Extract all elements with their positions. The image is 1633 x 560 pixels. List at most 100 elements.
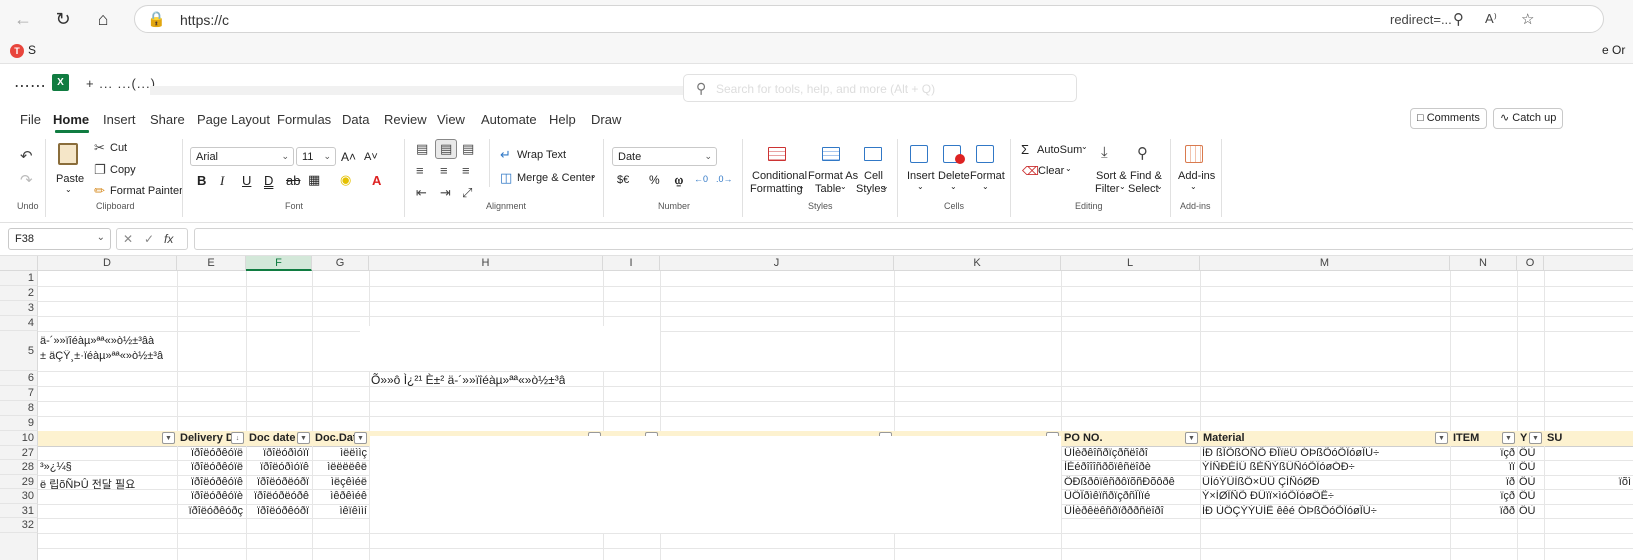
cell-e28[interactable]: ïðîëóðêóïë bbox=[177, 461, 243, 473]
row-header-3[interactable]: 3 bbox=[0, 301, 38, 316]
column-header-o[interactable]: O bbox=[1517, 256, 1544, 271]
column-header-j[interactable]: J bbox=[660, 256, 894, 271]
tab-page-layout[interactable]: Page Layout bbox=[197, 112, 270, 127]
decrease-font-icon[interactable]: A˅ bbox=[364, 151, 378, 163]
increase-font-icon[interactable]: A˄ bbox=[341, 150, 356, 164]
chevron-down-icon[interactable]: ⌄ bbox=[950, 182, 957, 191]
cell-n31[interactable]: ïðð bbox=[1450, 505, 1515, 517]
autosum-button[interactable]: AutoSum bbox=[1037, 144, 1082, 156]
strikethrough-icon[interactable]: ab bbox=[286, 173, 300, 188]
row-header-7[interactable]: 7 bbox=[0, 386, 38, 401]
cell-e30[interactable]: ïðîëóðêóïè bbox=[177, 490, 243, 502]
back-icon[interactable]: ← bbox=[10, 7, 36, 31]
font-color-icon[interactable]: A bbox=[372, 173, 381, 188]
align-top-icon[interactable]: ▤ bbox=[416, 141, 428, 157]
chevron-down-icon[interactable]: ⌄ bbox=[1119, 182, 1126, 191]
column-header-l[interactable]: L bbox=[1061, 256, 1200, 271]
borders-icon[interactable]: ▦ bbox=[308, 172, 320, 188]
address-bar[interactable]: 🔒 https://c redirect=... ⚲ A⁾ ☆ bbox=[134, 5, 1604, 33]
align-bottom-icon[interactable]: ▤ bbox=[462, 141, 474, 157]
clear-button[interactable]: Clear bbox=[1038, 165, 1064, 177]
cell-styles-line1[interactable]: Cell bbox=[864, 170, 883, 182]
row-header-5[interactable]: 5 bbox=[0, 331, 38, 371]
filter-dropdown-icon[interactable]: ▼ bbox=[1435, 432, 1448, 444]
increase-indent-icon[interactable]: ⇥ bbox=[440, 185, 451, 201]
search-box[interactable]: ⚲ Search for tools, help, and more (Alt … bbox=[683, 74, 1077, 102]
refresh-icon[interactable]: ↻ bbox=[50, 7, 76, 31]
column-header-n[interactable]: N bbox=[1450, 256, 1517, 271]
tab-draw[interactable]: Draw bbox=[591, 112, 621, 127]
zoom-icon[interactable]: ⚲ bbox=[1453, 10, 1464, 28]
column-header-h[interactable]: H bbox=[369, 256, 603, 271]
filter-dropdown-icon[interactable]: ▼ bbox=[1185, 432, 1198, 444]
insert-function-icon[interactable]: fx bbox=[164, 232, 173, 246]
cancel-icon[interactable]: ✕ bbox=[123, 232, 133, 246]
name-box[interactable]: F38 ⌄ bbox=[8, 228, 111, 250]
font-size-dropdown[interactable]: 11 ⌄ bbox=[296, 147, 336, 166]
header-cell-g[interactable]: Doc.Dat ▼ bbox=[312, 431, 369, 446]
filter-dropdown-icon[interactable]: ▼ bbox=[297, 432, 310, 444]
cell-o28[interactable]: ÔÙ bbox=[1519, 461, 1544, 473]
confirm-icon[interactable]: ✓ bbox=[144, 232, 154, 246]
chevron-down-icon[interactable]: ⌄ bbox=[982, 182, 989, 191]
cell-n30[interactable]: ïçð bbox=[1450, 490, 1515, 502]
cell-o30[interactable]: ÔÙ bbox=[1519, 490, 1544, 502]
copy-icon[interactable]: ❐ bbox=[94, 162, 106, 178]
row-header-8[interactable]: 8 bbox=[0, 401, 38, 416]
column-header-k[interactable]: K bbox=[894, 256, 1061, 271]
column-header-g[interactable]: G bbox=[312, 256, 369, 271]
select-all-corner[interactable] bbox=[0, 256, 38, 271]
wrap-text-icon[interactable]: ↵ bbox=[500, 147, 511, 163]
chevron-down-icon[interactable]: ⌄ bbox=[882, 182, 889, 191]
row-header-2[interactable]: 2 bbox=[0, 286, 38, 301]
cell-f28[interactable]: ïðîëóðìóïê bbox=[246, 461, 309, 473]
cell-f31[interactable]: ïðîëóðêóðï bbox=[246, 505, 309, 517]
header-cell-d[interactable]: ▼ bbox=[38, 431, 177, 446]
increase-decimal-icon[interactable]: ←0 bbox=[694, 174, 708, 184]
cell-g31[interactable]: ìêïêììí bbox=[312, 505, 367, 517]
fill-color-icon[interactable]: ◉ bbox=[340, 172, 351, 188]
undo-icon[interactable]: ↶ bbox=[20, 147, 33, 165]
add-ins-icon[interactable] bbox=[1185, 145, 1203, 163]
cell-l28[interactable]: ÌÈéðîîîñðõïêñëîðè bbox=[1064, 461, 1199, 473]
cell-m31[interactable]: ÌÐ ÙÔÇÝÝÙÍË êêé ÓÞßÕóÕÏóøÎÙ÷ bbox=[1202, 505, 1448, 517]
cell-e31[interactable]: ïðîëóðêóðç bbox=[177, 505, 243, 517]
copy-button[interactable]: Copy bbox=[110, 164, 136, 176]
format-painter-icon[interactable]: ✏ bbox=[94, 183, 105, 199]
chevron-down-icon[interactable]: ⌄ bbox=[1081, 142, 1088, 151]
cell-p29[interactable]: ïõì bbox=[1546, 476, 1631, 488]
tab-review[interactable]: Review bbox=[384, 112, 427, 127]
filter-dropdown-icon[interactable]: ▼ bbox=[162, 432, 175, 444]
cell-f29[interactable]: ïðîëóðëóðï bbox=[246, 476, 309, 488]
percent-icon[interactable]: % bbox=[649, 173, 660, 187]
find-select-line2[interactable]: Select bbox=[1128, 183, 1159, 195]
sort-filter-line1[interactable]: Sort & bbox=[1096, 170, 1127, 182]
redo-icon[interactable]: ↷ bbox=[20, 171, 33, 189]
format-cells-icon[interactable] bbox=[976, 145, 994, 163]
column-header-d[interactable]: D bbox=[38, 256, 177, 271]
chevron-down-icon[interactable]: ⌄ bbox=[798, 182, 805, 191]
row-header-29[interactable]: 29 bbox=[0, 475, 38, 489]
format-as-table-line1[interactable]: Format As bbox=[808, 170, 858, 182]
conditional-formatting-line2[interactable]: Formatting bbox=[750, 183, 803, 195]
header-cell-m[interactable]: Material ▼ bbox=[1200, 431, 1450, 446]
column-header-p[interactable] bbox=[1544, 256, 1633, 271]
chevron-down-icon[interactable]: ⌄ bbox=[1190, 182, 1197, 191]
cell-h6[interactable]: Õ»»ô Ì¿²¹ È±² ä-´»»ïîéàµ»ªª«»ò½±³â bbox=[371, 373, 565, 387]
cell-styles-icon[interactable] bbox=[864, 147, 882, 161]
row-header-27[interactable]: 27 bbox=[0, 446, 38, 460]
add-ins-button[interactable]: Add-ins bbox=[1178, 170, 1215, 182]
sort-filter-icon[interactable]: ⤓ bbox=[1101, 144, 1108, 161]
currency-icon[interactable]: $€ bbox=[617, 174, 629, 186]
tab-file[interactable]: File bbox=[20, 112, 41, 127]
conditional-formatting-icon[interactable] bbox=[768, 147, 786, 161]
cut-button[interactable]: Cut bbox=[110, 142, 127, 154]
cell-d5-line2[interactable]: ± äÇŸ¸±·ïéàµ»ªª«»ò½±³â bbox=[40, 350, 163, 362]
header-cell-e[interactable]: Delivery D ↓ bbox=[177, 431, 246, 446]
filter-dropdown-icon[interactable]: ▼ bbox=[354, 432, 367, 444]
decrease-indent-icon[interactable]: ⇤ bbox=[416, 185, 427, 201]
bookmark-favicon-icon[interactable]: T bbox=[10, 44, 24, 58]
home-icon[interactable]: ⌂ bbox=[90, 7, 116, 31]
cell-g30[interactable]: ìêðêìéê bbox=[312, 490, 367, 502]
eraser-icon[interactable]: ⌫ bbox=[1022, 164, 1039, 178]
